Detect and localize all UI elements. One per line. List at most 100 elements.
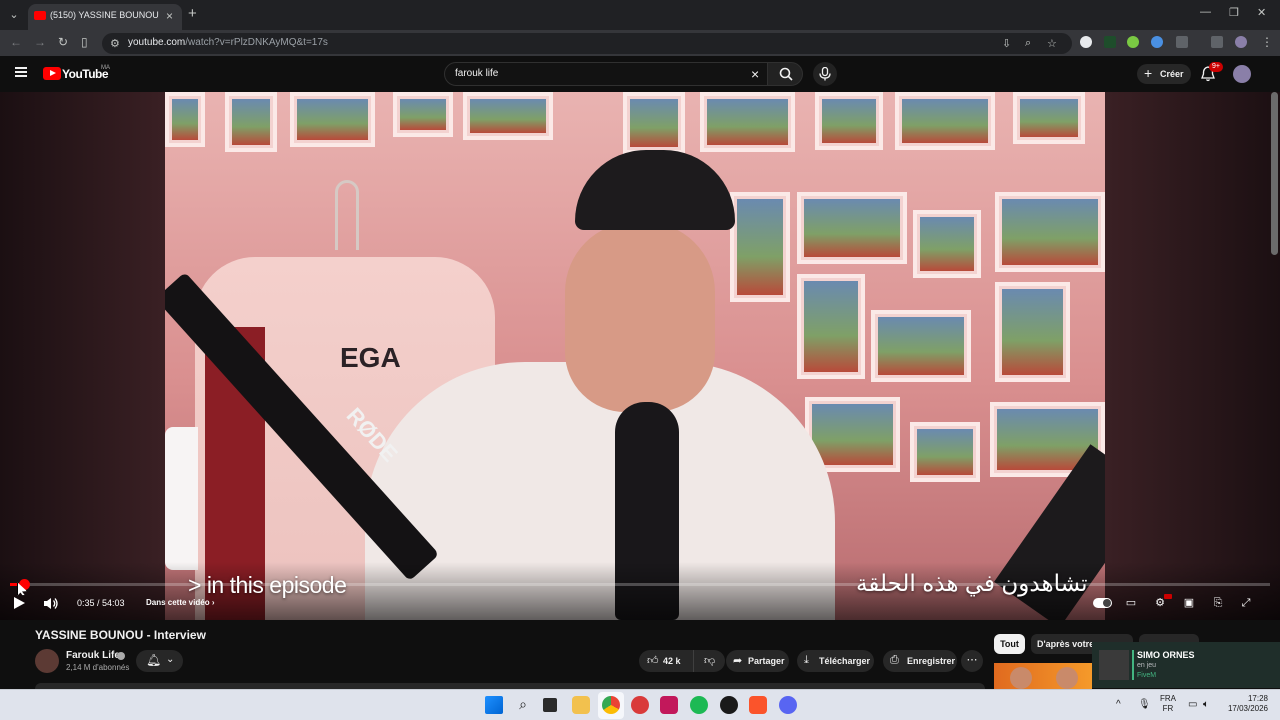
browser-menu-icon[interactable]: ⋮ — [1261, 35, 1273, 49]
recommended-video-thumbnail[interactable] — [994, 663, 1092, 689]
save-button[interactable]: ⎙ Enregistrer — [883, 650, 957, 672]
start-windows-icon[interactable] — [485, 696, 503, 714]
thumbnail-face — [1056, 667, 1078, 689]
page-scrollbar[interactable] — [1271, 92, 1278, 255]
url-host: youtube.com — [128, 37, 186, 48]
file-explorer-icon[interactable] — [572, 696, 590, 714]
channel-name[interactable]: Farouk Life — [66, 650, 120, 661]
browser-tab[interactable]: (5150) YASSINE BOUNOU - Interview × — [28, 4, 182, 30]
like-count: 42 k — [663, 656, 681, 666]
zoom-icon[interactable]: ⌕ — [1025, 37, 1031, 50]
cast-icon[interactable]: ⎘ — [1210, 595, 1226, 611]
miniplayer-icon[interactable]: ▣ — [1181, 595, 1197, 611]
tray-chevron-icon[interactable]: ^ — [1116, 699, 1121, 710]
video-player[interactable]: EGA RØDE > in this episode تشاهدون في هذ… — [0, 92, 1280, 620]
app-icon[interactable] — [720, 696, 738, 714]
more-actions-icon[interactable]: ⋯ — [961, 650, 983, 672]
wall-photo — [913, 210, 981, 278]
extension-icon[interactable] — [1104, 36, 1116, 48]
autoplay-toggle[interactable] — [1093, 598, 1112, 608]
reading-list-icon[interactable] — [1211, 36, 1223, 48]
volume-icon[interactable] — [43, 597, 59, 610]
chrome-icon[interactable] — [602, 696, 620, 714]
reload-icon[interactable]: ↻ — [58, 35, 68, 49]
url-text: youtube.com/watch?v=rPlzDNKAyMQ&t=17s — [128, 37, 328, 48]
chapter-label: Dans cette vidéo — [146, 598, 210, 607]
subtitles-icon[interactable]: ▭ — [1123, 595, 1139, 611]
extension-icon[interactable] — [1080, 36, 1092, 48]
account-avatar[interactable] — [1233, 65, 1251, 83]
forward-icon[interactable]: → — [34, 35, 46, 49]
extension-icon[interactable] — [1127, 36, 1139, 48]
play-icon[interactable] — [14, 597, 25, 609]
bookmark-icon: ⎙ — [890, 654, 899, 666]
share-button[interactable]: ➦ Partager — [726, 650, 789, 672]
fullscreen-icon[interactable]: ⤢ — [1238, 595, 1254, 611]
bookmark-star-icon[interactable]: ☆ — [1047, 37, 1057, 50]
split-view-icon[interactable]: ▯ — [81, 35, 88, 49]
taskbar-clock[interactable]: 17:28 17/03/2026 — [1222, 694, 1268, 714]
tab-close-icon[interactable]: × — [166, 9, 173, 23]
create-button[interactable]: + Créer — [1137, 64, 1191, 84]
task-view-icon[interactable] — [543, 698, 557, 712]
wall-photo — [910, 422, 980, 482]
wall-photo — [815, 92, 883, 150]
app-icon[interactable] — [631, 696, 649, 714]
wall-photo — [797, 274, 865, 379]
menu-icon[interactable] — [15, 67, 27, 77]
brave-icon[interactable] — [749, 696, 767, 714]
app-icon[interactable] — [660, 696, 678, 714]
download-button[interactable]: ⤓ Télécharger — [797, 650, 874, 672]
channel-avatar[interactable] — [35, 649, 59, 673]
extension-icon[interactable] — [1151, 36, 1163, 48]
search-input[interactable]: farouk life × — [444, 62, 768, 86]
overlay-user-name: SIMO ORNES — [1137, 650, 1195, 660]
subscription-bell-button[interactable]: 🔔︎ ⌄ — [136, 650, 183, 672]
dislike-button[interactable]: 👎︎ — [693, 650, 725, 672]
profile-avatar[interactable] — [1235, 36, 1247, 48]
wall-photo — [623, 92, 685, 154]
ambient-glow-left — [0, 92, 165, 620]
youtube-logo-icon[interactable] — [43, 67, 61, 80]
speaker-icon[interactable]: 🔈︎ — [1203, 699, 1209, 710]
wall-photo — [225, 92, 277, 152]
discord-icon[interactable] — [779, 696, 797, 714]
chip-all[interactable]: Tout — [994, 634, 1025, 654]
clear-search-icon[interactable]: × — [751, 66, 759, 82]
network-icon[interactable]: ▭ — [1188, 699, 1197, 710]
game-activity-overlay: SIMO ORNES en jeu FiveM — [1092, 642, 1280, 688]
spotify-icon[interactable] — [690, 696, 708, 714]
like-dislike-group: 👍︎ 42 k 👎︎ — [639, 650, 725, 672]
video-frame[interactable]: EGA RØDE — [165, 92, 1105, 620]
input-language[interactable]: FRA FR — [1160, 694, 1176, 714]
extensions-puzzle-icon[interactable] — [1176, 36, 1188, 48]
subscriber-count: 2,14 M d'abonnés — [66, 663, 130, 672]
site-info-icon[interactable]: ⚙ — [110, 37, 120, 50]
browser-tab-strip: ⌄ (5150) YASSINE BOUNOU - Interview × + … — [0, 0, 1280, 30]
voice-search-button[interactable] — [813, 62, 837, 86]
overlay-status: en jeu — [1137, 662, 1157, 669]
guest-cap — [575, 150, 735, 230]
back-icon[interactable]: ← — [10, 35, 22, 49]
clock-time: 17:28 — [1247, 694, 1268, 703]
address-bar[interactable]: ⚙ youtube.com/watch?v=rPlzDNKAyMQ&t=17s … — [102, 33, 1072, 54]
progress-bar[interactable] — [10, 583, 1270, 586]
search-icon — [779, 67, 793, 81]
new-tab-icon[interactable]: + — [188, 5, 197, 22]
tray-mic-icon[interactable]: 🎙︎ — [1138, 699, 1151, 710]
chapter-button[interactable]: Dans cette vidéo › — [146, 598, 214, 607]
wall-photo — [165, 92, 205, 147]
wall-photo — [700, 92, 795, 152]
tab-search-chevron-icon[interactable]: ⌄ — [6, 7, 22, 23]
wall-photo — [871, 310, 971, 382]
close-window-icon[interactable]: ✕ — [1257, 6, 1266, 19]
search-taskbar-icon[interactable]: ⌕ — [514, 696, 532, 714]
install-app-icon[interactable]: ⇩ — [1002, 37, 1011, 50]
wall-photo — [463, 92, 553, 140]
ambient-glow-right — [1105, 92, 1280, 620]
youtube-header: YouTube MA farouk life × + Créer 9+ — [0, 56, 1280, 92]
restore-icon[interactable]: ❐ — [1229, 6, 1239, 19]
search-button[interactable] — [767, 62, 803, 86]
like-button[interactable]: 👍︎ 42 k — [639, 650, 693, 672]
minimize-icon[interactable]: — — [1200, 6, 1211, 18]
